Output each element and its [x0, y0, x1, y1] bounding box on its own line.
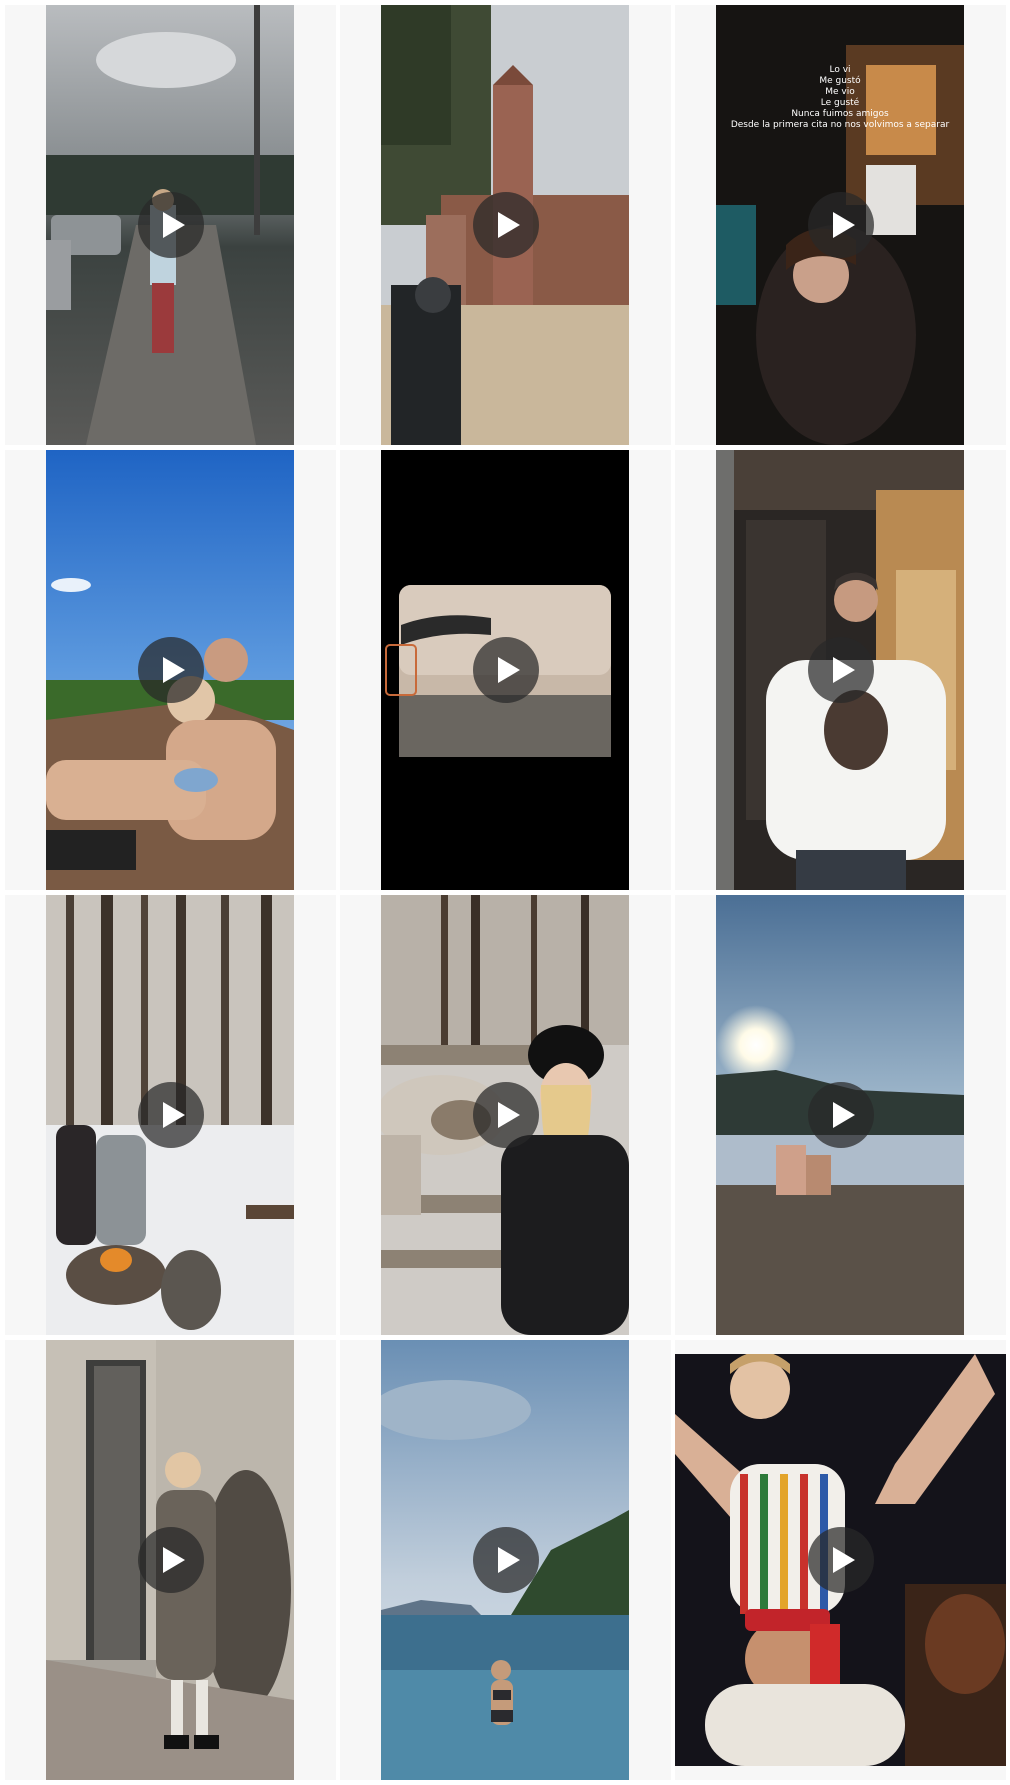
- caption-line: Me gustó: [819, 76, 861, 86]
- caption-line: Desde la primera cita no nos volvimos a …: [730, 120, 950, 130]
- caption-line: Le gusté: [820, 98, 860, 108]
- play-icon: [162, 1102, 185, 1128]
- video-tile-7[interactable]: [5, 895, 336, 1335]
- video-tile-12[interactable]: [675, 1340, 1006, 1780]
- video-tile-1[interactable]: [5, 5, 336, 445]
- play-button[interactable]: [807, 637, 874, 703]
- video-tile-9[interactable]: [675, 895, 1006, 1335]
- play-button[interactable]: [472, 1527, 539, 1593]
- play-button[interactable]: [472, 637, 539, 703]
- video-tile-5[interactable]: [340, 450, 671, 890]
- play-icon: [832, 1102, 855, 1128]
- play-button[interactable]: [807, 192, 874, 258]
- video-tile-3[interactable]: Lo vi Me gustó Me vio Le gusté Nunca fui…: [675, 5, 1006, 445]
- play-icon: [832, 1547, 855, 1573]
- caption-line: Nunca fuimos amigos: [791, 109, 889, 119]
- video-grid: Lo vi Me gustó Me vio Le gusté Nunca fui…: [5, 5, 1006, 1780]
- play-button[interactable]: [807, 1082, 874, 1148]
- play-button[interactable]: [472, 192, 539, 258]
- play-icon: [497, 657, 520, 683]
- video-tile-11[interactable]: [340, 1340, 671, 1780]
- play-icon: [497, 1102, 520, 1128]
- play-button[interactable]: [807, 1527, 874, 1593]
- play-icon: [497, 212, 520, 238]
- video-caption: Lo vi Me gustó Me vio Le gusté Nunca fui…: [716, 65, 964, 131]
- play-icon: [832, 212, 855, 238]
- video-tile-10[interactable]: [5, 1340, 336, 1780]
- play-icon: [497, 1547, 520, 1573]
- video-tile-6[interactable]: [675, 450, 1006, 890]
- play-icon: [832, 657, 855, 683]
- video-tile-8[interactable]: [340, 895, 671, 1335]
- play-button[interactable]: [472, 1082, 539, 1148]
- play-icon: [162, 1547, 185, 1573]
- play-button[interactable]: [137, 1082, 204, 1148]
- caption-line: Lo vi: [829, 65, 851, 75]
- play-icon: [162, 657, 185, 683]
- play-button[interactable]: [137, 192, 204, 258]
- play-icon: [162, 212, 185, 238]
- video-tile-4[interactable]: [5, 450, 336, 890]
- video-tile-2[interactable]: [340, 5, 671, 445]
- play-button[interactable]: [137, 637, 204, 703]
- caption-line: Me vio: [825, 87, 855, 97]
- play-button[interactable]: [137, 1527, 204, 1593]
